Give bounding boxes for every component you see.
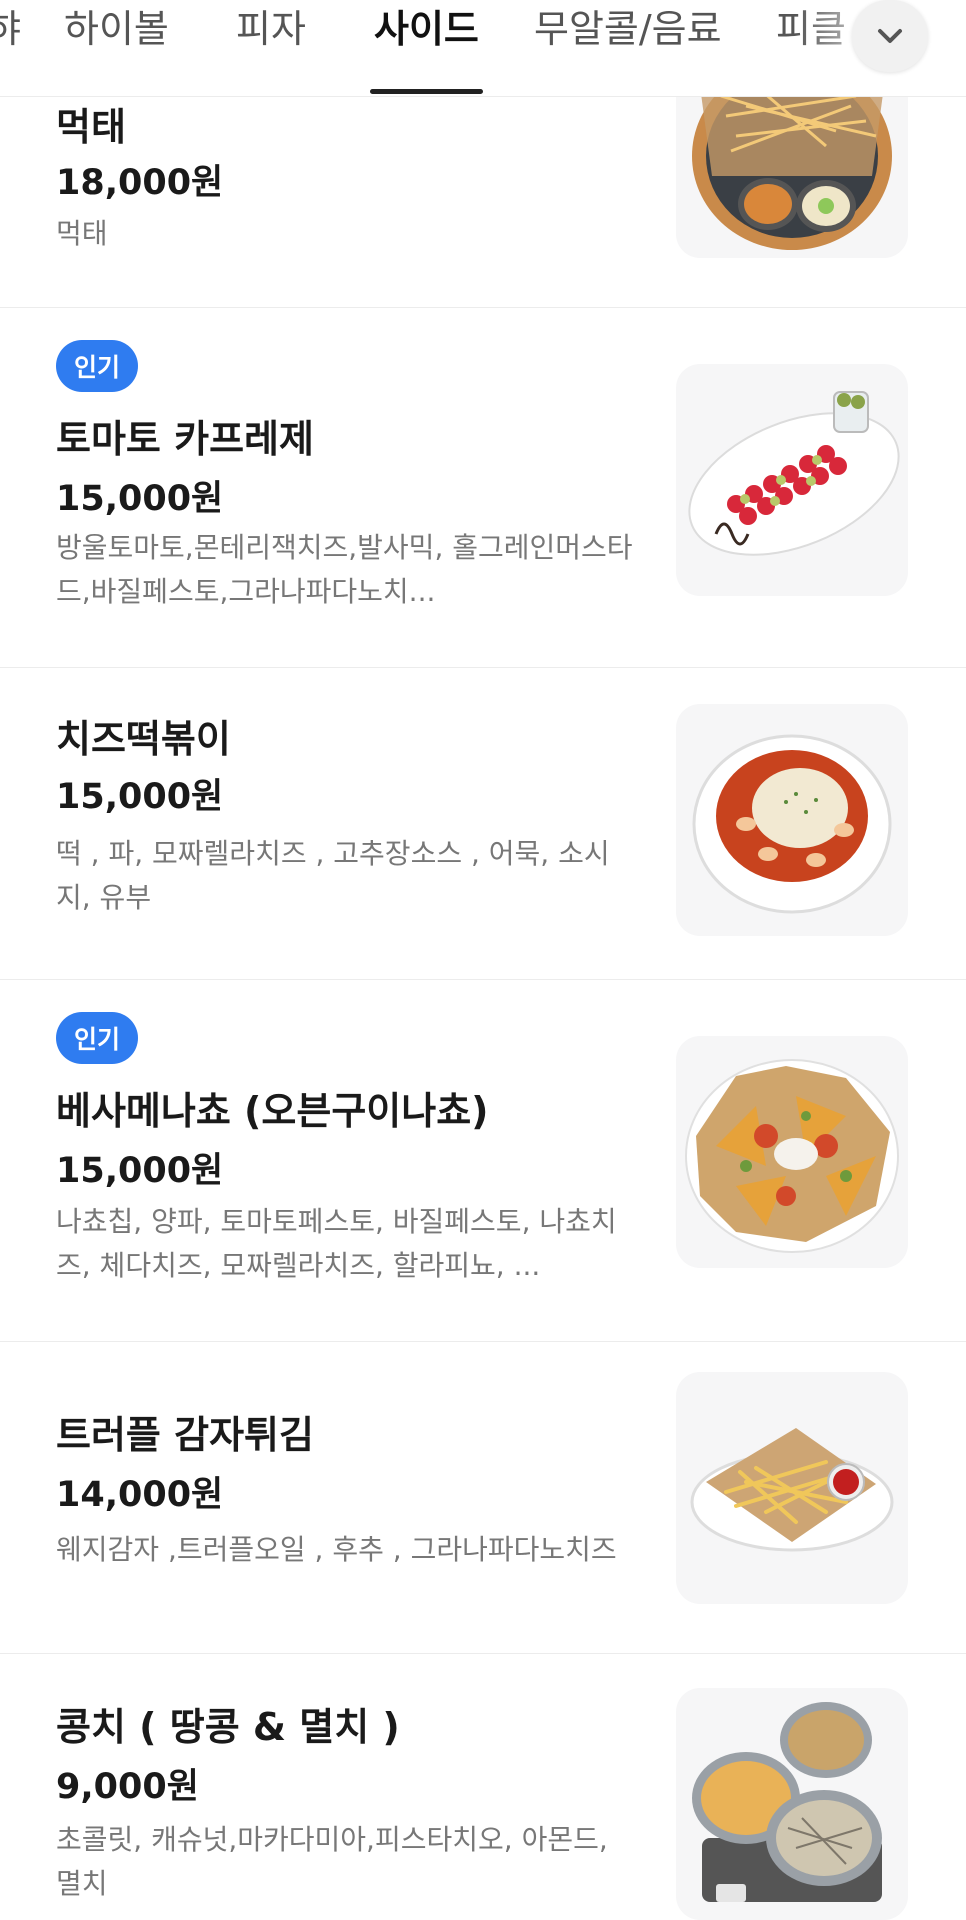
menu-item-truffle-fries[interactable]: 트러플 감자튀김 14,000원 웨지감자 ,트러플오일 , 후추 , 그라나파… bbox=[0, 1342, 966, 1654]
item-price: 14,000원 bbox=[56, 1475, 224, 1515]
item-image bbox=[676, 1372, 908, 1604]
item-description: 먹태 bbox=[56, 217, 108, 250]
tab-pizza[interactable]: 피자 bbox=[236, 0, 306, 95]
menu-item-besame-nachos[interactable]: 인기 베사메나쵸 (오븐구이나쵸) 15,000원 나쵸칩, 양파, 토마토페스… bbox=[0, 980, 966, 1342]
more-categories-button[interactable] bbox=[852, 0, 928, 72]
item-name: 베사메나쵸 (오븐구이나쵸) bbox=[56, 1089, 489, 1133]
tab-highball[interactable]: 하이볼 bbox=[64, 0, 169, 95]
popular-badge: 인기 bbox=[56, 1012, 138, 1064]
item-image bbox=[676, 1688, 908, 1920]
item-price: 15,000원 bbox=[56, 777, 224, 817]
item-description: 초콜릿, 캐슈넛,마카다미아,피스타치오, 아몬드, 멸치 bbox=[56, 1823, 608, 1900]
tab-partial[interactable]: 햐 bbox=[0, 0, 21, 95]
item-price: 9,000원 bbox=[56, 1767, 199, 1807]
item-name: 먹태 bbox=[56, 105, 126, 149]
item-image bbox=[676, 364, 908, 596]
item-description: 나쵸칩, 양파, 토마토페스토, 바질페스토, 나쵸치즈, 체다치즈, 모짜렐라… bbox=[56, 1205, 617, 1282]
item-image bbox=[676, 704, 908, 936]
item-name: 트러플 감자튀김 bbox=[56, 1413, 314, 1457]
item-name: 치즈떡볶이 bbox=[56, 717, 231, 761]
item-name: 콩치 ( 땅콩 & 멸치 ) bbox=[56, 1705, 400, 1749]
item-image bbox=[676, 1036, 908, 1268]
chevron-down-icon bbox=[878, 29, 902, 43]
menu-item-cheese-tteokbokki[interactable]: 치즈떡볶이 15,000원 떡 , 파, 모짜렐라치즈 , 고추장소스 , 어묵… bbox=[0, 668, 966, 980]
tab-side[interactable]: 사이드 bbox=[374, 0, 479, 95]
popular-badge: 인기 bbox=[56, 340, 138, 392]
item-name: 토마토 카프레제 bbox=[56, 417, 314, 461]
item-description: 웨지감자 ,트러플오일 , 후추 , 그라나파다노치즈 bbox=[56, 1533, 617, 1566]
menu-item-peanut-anchovy[interactable]: 콩치 ( 땅콩 & 멸치 ) 9,000원 초콜릿, 캐슈넛,마카다미아,피스타… bbox=[0, 1654, 966, 1920]
item-price: 15,000원 bbox=[56, 479, 224, 519]
tab-nonalcohol-drinks[interactable]: 무알콜/음료 bbox=[534, 0, 722, 95]
item-price: 15,000원 bbox=[56, 1151, 224, 1191]
item-description: 방울토마토,몬테리잭치즈,발사믹, 홀그레인머스타드,바질페스토,그라나파다노치… bbox=[56, 531, 633, 608]
item-description: 떡 , 파, 모짜렐라치즈 , 고추장소스 , 어묵, 소시지, 유부 bbox=[56, 837, 610, 914]
menu-item-tomato-caprese[interactable]: 인기 토마토 카프레제 15,000원 방울토마토,몬테리잭치즈,발사믹, 홀그… bbox=[0, 308, 966, 668]
item-price: 18,000원 bbox=[56, 163, 224, 203]
category-tab-bar: 햐 하이볼 피자 사이드 무알콜/음료 피클 bbox=[0, 0, 966, 97]
active-tab-indicator bbox=[370, 89, 483, 94]
